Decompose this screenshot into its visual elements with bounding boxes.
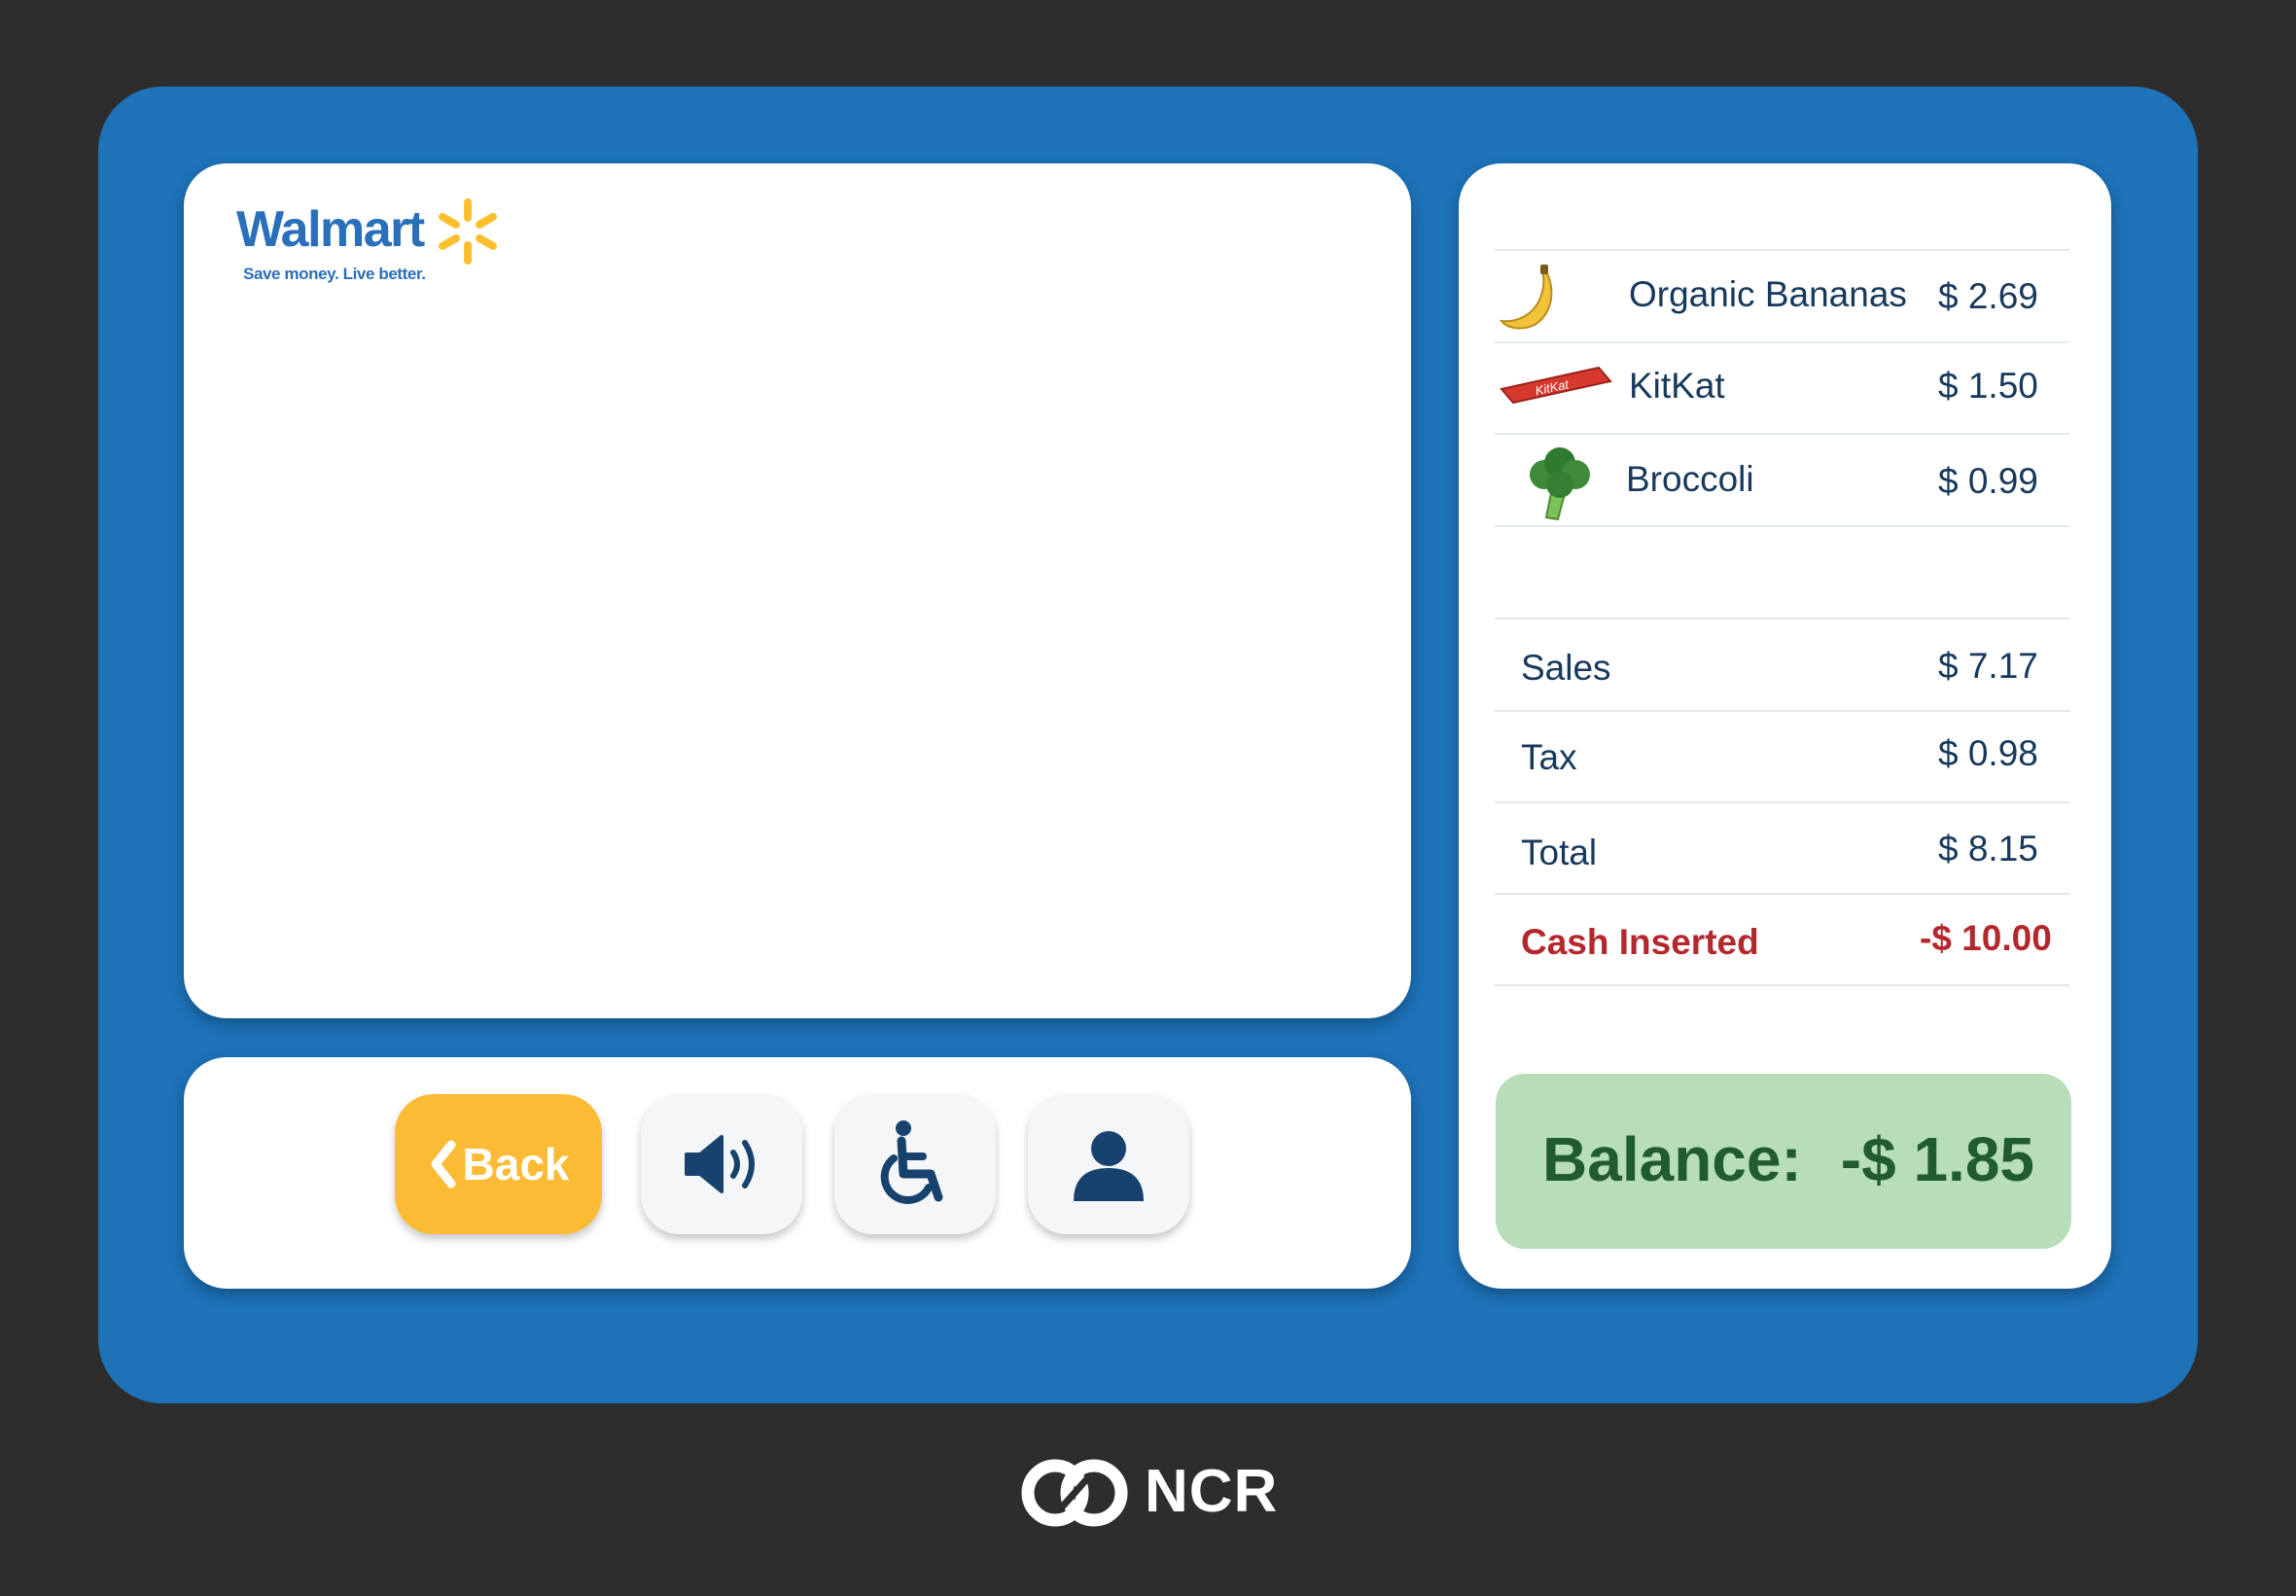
balance-value: -$ 1.85 — [1840, 1124, 2034, 1194]
sound-button[interactable] — [641, 1094, 802, 1234]
logo-tagline: Save money. Live better. — [243, 265, 426, 283]
tax-label: Tax — [1521, 737, 1577, 777]
control-panel: Back — [184, 1057, 1411, 1289]
divider — [1495, 249, 2069, 251]
back-button[interactable]: Back — [395, 1094, 602, 1234]
speaker-volume-icon — [685, 1135, 755, 1193]
item-price: $ 2.69 — [1938, 276, 2038, 316]
chevron-left-icon — [431, 1140, 456, 1188]
back-button-label: Back — [462, 1139, 570, 1189]
accessibility-button[interactable] — [834, 1094, 996, 1234]
divider — [1495, 618, 2069, 620]
ncr-wordmark: NCR — [1145, 1458, 1279, 1525]
wheelchair-icon — [880, 1120, 943, 1204]
total-value: $ 8.15 — [1938, 829, 2038, 869]
divider — [1495, 984, 2069, 986]
divider — [1495, 341, 2069, 343]
balance-label: Balance: — [1542, 1124, 1802, 1194]
banana-icon — [1499, 265, 1553, 330]
divider — [1495, 433, 2069, 435]
item-price: $ 0.99 — [1938, 461, 2038, 501]
divider — [1495, 893, 2069, 895]
item-name: Organic Bananas — [1629, 274, 1907, 314]
sales-value: $ 7.17 — [1938, 646, 2038, 686]
ncr-brand: NCR — [1016, 1454, 1289, 1532]
divider — [1495, 710, 2069, 712]
sales-label: Sales — [1521, 648, 1611, 688]
kitkat-icon: KitKat — [1500, 366, 1612, 405]
cash-inserted-label: Cash Inserted — [1521, 922, 1759, 962]
divider — [1495, 801, 2069, 803]
tax-value: $ 0.98 — [1938, 733, 2038, 773]
balance-box: Balance: -$ 1.85 — [1496, 1074, 2071, 1249]
user-button[interactable] — [1028, 1094, 1189, 1234]
ncr-logo-icon — [1021, 1459, 1128, 1527]
cash-inserted-value: -$ 10.00 — [1920, 918, 2052, 958]
item-price: $ 1.50 — [1938, 366, 2038, 406]
receipt-panel: Organic Bananas $ 2.69 KitKat KitKat $ 1… — [1459, 163, 2111, 1289]
total-label: Total — [1521, 833, 1598, 872]
item-name: KitKat — [1629, 366, 1725, 406]
walmart-spark-icon — [439, 198, 497, 265]
main-display-panel: Walmart Save money. Live better. — [184, 163, 1411, 1018]
person-icon — [1074, 1131, 1144, 1201]
walmart-logo: Walmart Save money. Live better. — [236, 198, 528, 292]
logo-wordmark: Walmart — [236, 201, 425, 258]
divider — [1495, 525, 2069, 527]
item-name: Broccoli — [1626, 459, 1754, 499]
